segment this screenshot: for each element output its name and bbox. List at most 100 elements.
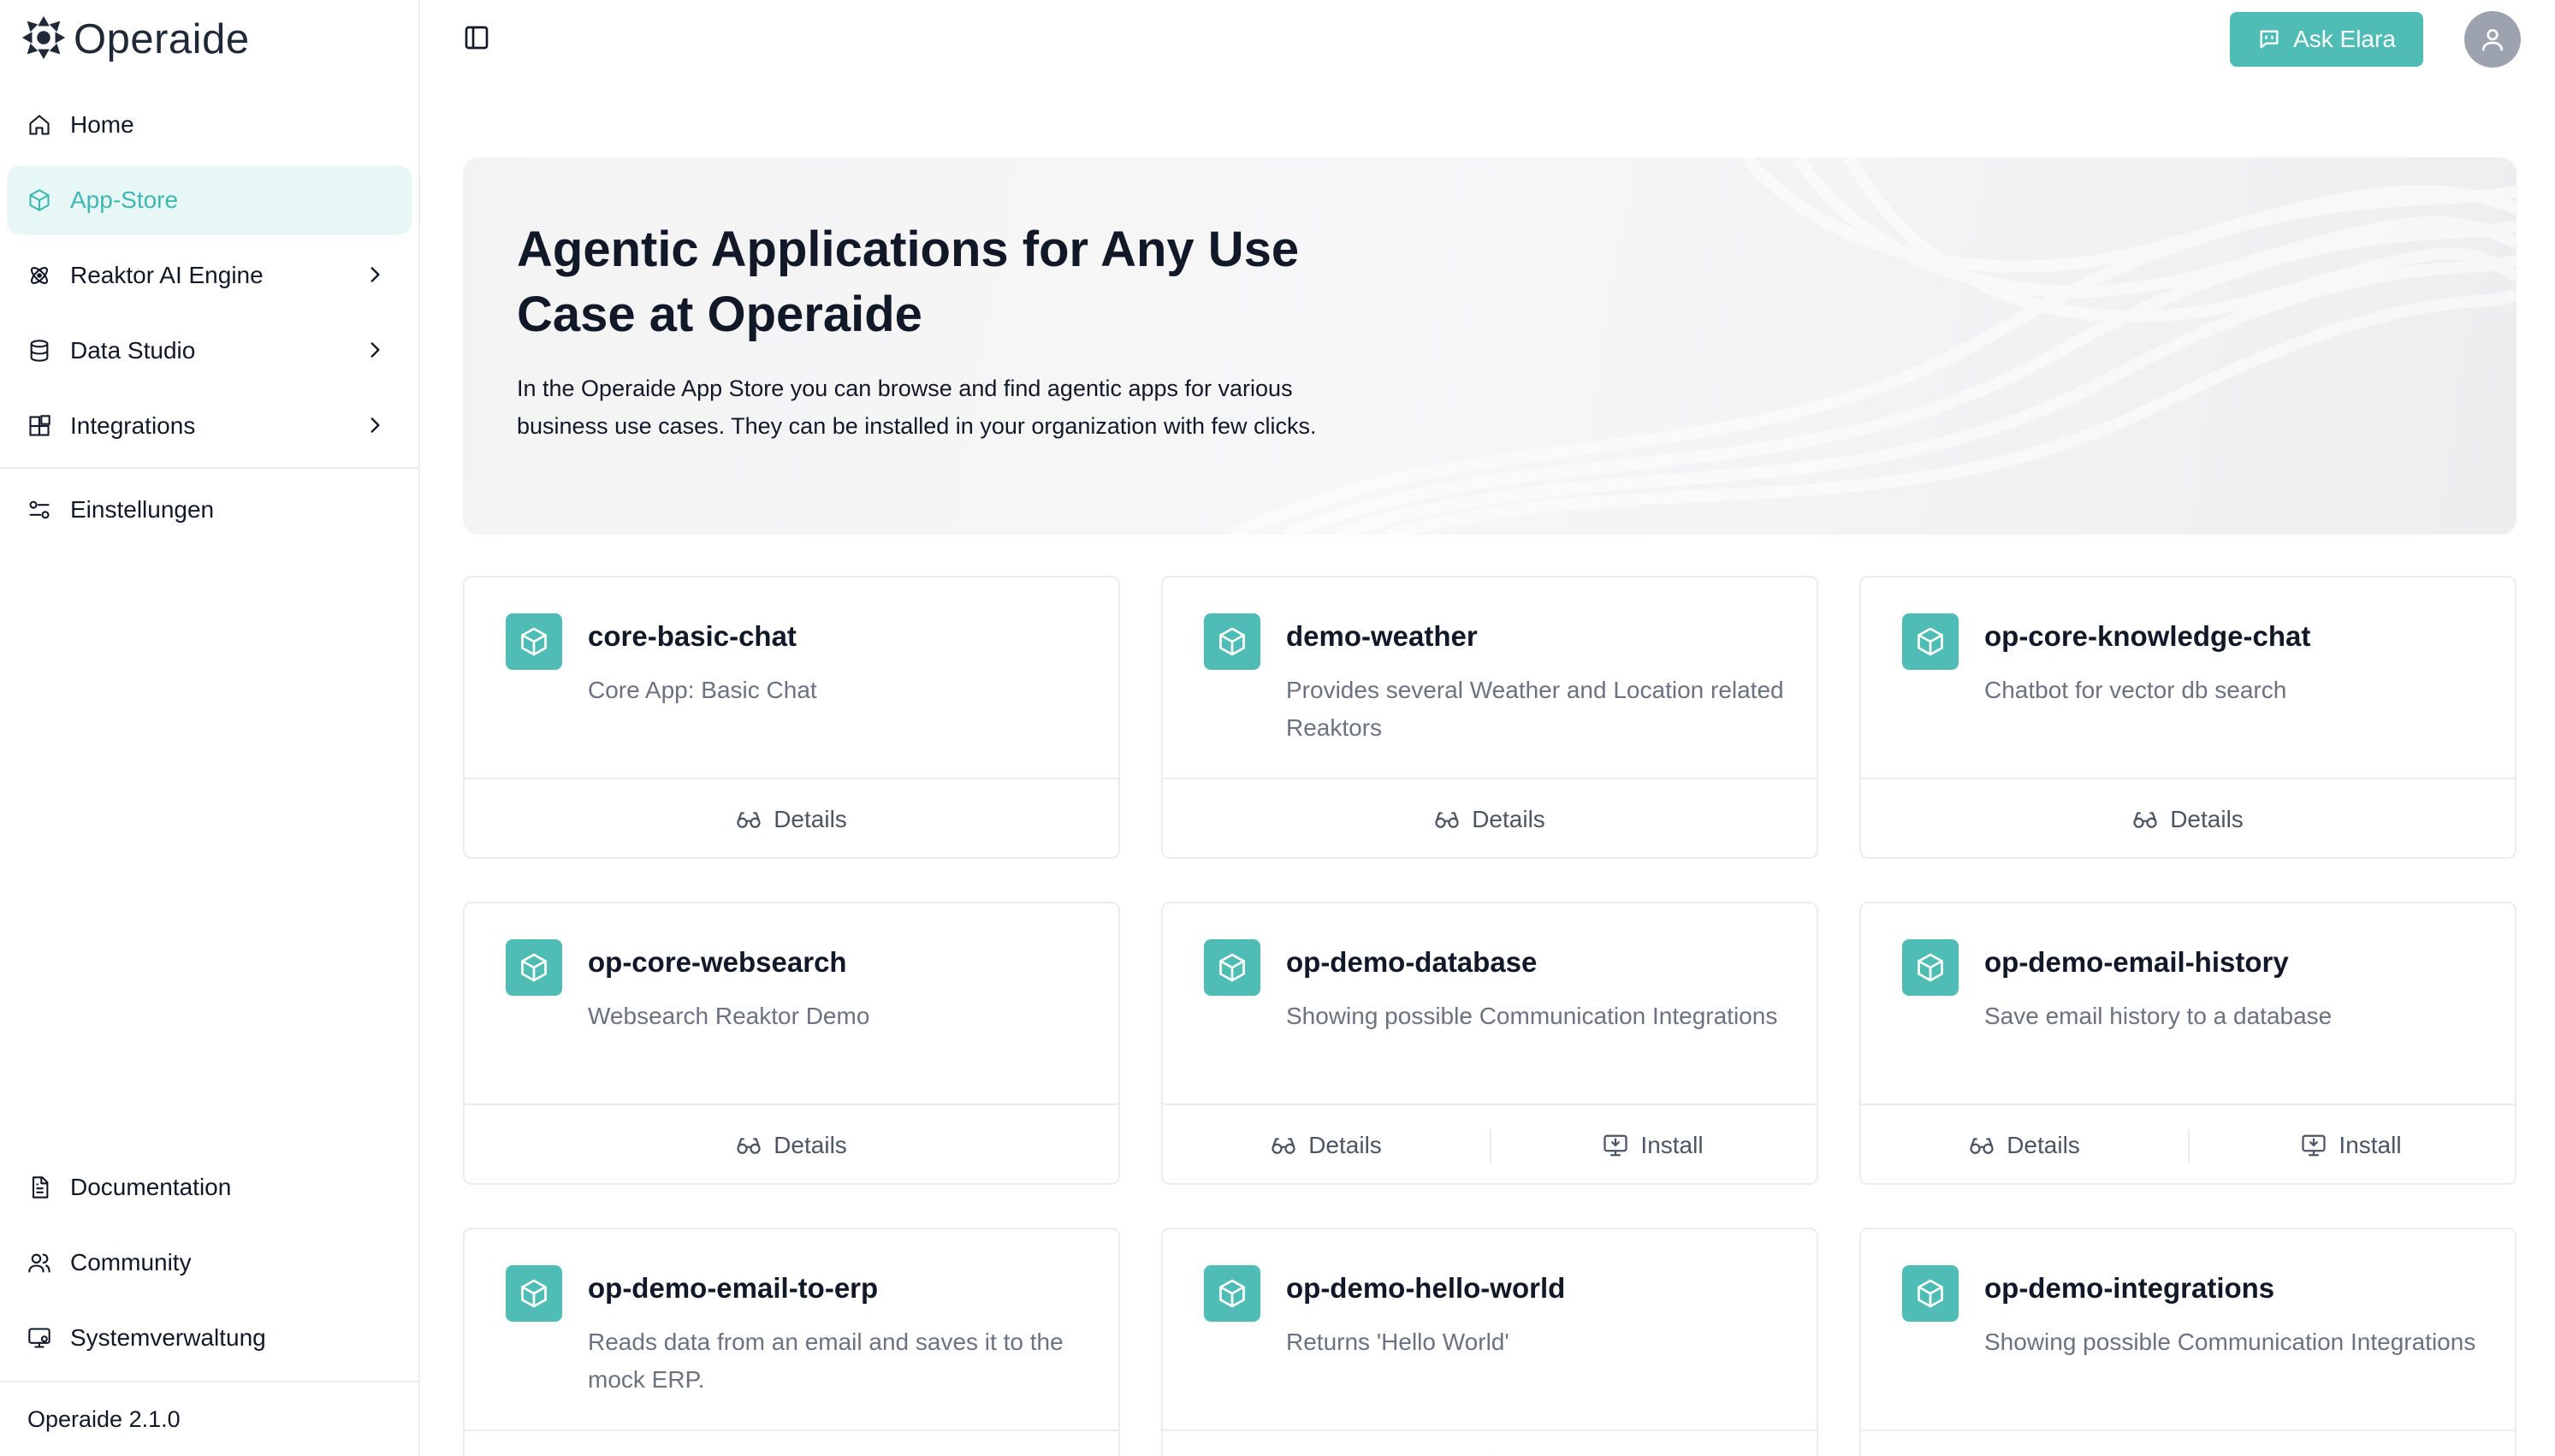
sidebar-item-einstellungen[interactable]: Einstellungen <box>7 476 412 544</box>
app-title: core-basic-chat <box>588 620 797 652</box>
app-card-actions: Details <box>465 1104 1118 1185</box>
atom-icon <box>27 263 51 287</box>
sidebar-item-reaktor-ai-engine[interactable]: Reaktor AI Engine <box>7 241 412 310</box>
sidebar-item-label: Einstellungen <box>70 496 215 523</box>
app-title: op-demo-hello-world <box>1286 1272 1566 1304</box>
glasses-icon <box>2133 811 2157 828</box>
database-icon <box>27 339 51 363</box>
details-label: Details <box>1308 1131 1382 1158</box>
glasses-icon <box>1272 1137 1295 1154</box>
chevron-right-icon <box>371 417 380 433</box>
app-card: op-demo-email-history Save email history… <box>1859 902 2516 1185</box>
box-icon <box>1219 627 1245 656</box>
app-title: op-core-knowledge-chat <box>1984 620 2311 652</box>
settings-sliders-icon <box>27 498 51 522</box>
chevron-right-icon <box>371 267 380 282</box>
details-button[interactable]: Details <box>465 1105 1118 1185</box>
app-icon <box>1204 939 1260 996</box>
box-icon <box>521 627 547 656</box>
sidebar: Operaide Home App-Store Reaktor AI Engin… <box>0 0 420 1456</box>
install-label: Install <box>2339 1131 2402 1158</box>
app-icon <box>1902 1265 1959 1322</box>
details-button[interactable]: Details <box>1163 779 1817 859</box>
app-card-actions: Details Install <box>1861 1104 2515 1185</box>
details-button[interactable]: Details <box>1861 779 2515 859</box>
install-icon <box>2302 1134 2327 1156</box>
app-card: op-demo-email-to-erp Reads data from an … <box>463 1228 1120 1456</box>
sidebar-item-community[interactable]: Community <box>7 1228 412 1297</box>
sidebar-item-documentation[interactable]: Documentation <box>7 1153 412 1222</box>
chevron-right-icon <box>371 342 380 358</box>
app-title: op-demo-integrations <box>1984 1272 2275 1304</box>
sidebar-toggle-icon[interactable] <box>463 24 490 51</box>
avatar[interactable] <box>2464 11 2521 68</box>
app-version: Operaide 2.1.0 <box>0 1381 418 1456</box>
sidebar-item-label: Data Studio <box>70 337 196 364</box>
sidebar-item-app-store[interactable]: App-Store <box>7 166 412 234</box>
install-icon <box>1604 1134 1628 1156</box>
install-button[interactable]: Install <box>1490 1431 1817 1456</box>
main-content: Ask Elara Agentic Applications for Any U… <box>420 0 2555 1456</box>
app-card-actions: Details <box>465 778 1118 859</box>
app-description: Showing possible Communication Integrati… <box>1984 1329 2476 1355</box>
app-title: op-core-websearch <box>588 946 847 978</box>
app-title: op-demo-email-history <box>1984 946 2289 978</box>
details-button[interactable]: Details <box>1861 1105 2188 1185</box>
glasses-icon <box>737 811 761 828</box>
box-icon <box>521 1279 547 1308</box>
topbar: Ask Elara <box>420 0 2555 79</box>
sidebar-item-label: Integrations <box>70 412 196 439</box>
box-icon <box>1918 953 1943 982</box>
details-button[interactable]: Details <box>1861 1431 2515 1456</box>
details-button[interactable]: Details <box>465 779 1118 859</box>
users-icon <box>27 1251 51 1275</box>
details-label: Details <box>2007 1131 2080 1158</box>
sidebar-item-label: Reaktor AI Engine <box>70 262 264 288</box>
details-label: Details <box>774 1131 847 1158</box>
box-icon <box>1219 1279 1245 1308</box>
box-icon <box>1918 1279 1943 1308</box>
sidebar-item-integrations[interactable]: Integrations <box>7 392 412 460</box>
sidebar-item-systemverwaltung[interactable]: Systemverwaltung <box>7 1304 412 1372</box>
document-icon <box>27 1175 51 1199</box>
user-icon <box>2482 29 2503 51</box>
sidebar-item-data-studio[interactable]: Data Studio <box>7 317 412 385</box>
app-card: demo-weather Provides several Weather an… <box>1161 576 1818 859</box>
app-card: op-core-knowledge-chat Chatbot for vecto… <box>1859 576 2516 859</box>
sidebar-item-label: Documentation <box>70 1174 232 1200</box>
app-card-actions: Details <box>1861 778 2515 859</box>
app-card-actions: Details Install <box>1163 1104 1817 1185</box>
sidebar-item-home[interactable]: Home <box>7 91 412 159</box>
app-card-actions: Details Install <box>1163 1429 1817 1456</box>
app-card: op-demo-database Showing possible Commun… <box>1161 902 1818 1185</box>
sidebar-item-label: Systemverwaltung <box>70 1324 266 1351</box>
box-icon <box>521 953 547 982</box>
app-icon <box>1902 613 1959 670</box>
app-card-actions: Details <box>1163 778 1817 859</box>
brand-logo[interactable]: Operaide <box>0 0 418 79</box>
details-label: Details <box>2170 805 2244 832</box>
main-nav: Home App-Store Reaktor AI Engine Data St… <box>0 79 418 551</box>
install-button[interactable]: Install <box>1490 1105 1817 1185</box>
app-card: op-core-websearch Websearch Reaktor Demo… <box>463 902 1120 1185</box>
app-icon <box>506 613 562 670</box>
sidebar-item-label: Community <box>70 1249 192 1275</box>
install-button[interactable]: Install <box>2188 1105 2515 1185</box>
details-button[interactable]: Details <box>1163 1105 1490 1185</box>
app-icon <box>1204 1265 1260 1322</box>
box-icon <box>1918 627 1943 656</box>
box-icon <box>27 188 51 212</box>
details-button[interactable]: Details <box>465 1431 1118 1456</box>
ask-elara-button[interactable]: Ask Elara <box>2230 12 2423 67</box>
glasses-icon <box>1435 811 1459 828</box>
details-label: Details <box>774 805 847 832</box>
app-card: core-basic-chat Core App: Basic Chat Det… <box>463 576 1120 859</box>
app-icon <box>506 939 562 996</box>
page-title: Agentic Applications for Any Use Case at… <box>517 222 1300 342</box>
app-icon <box>506 1265 562 1322</box>
sidebar-item-label: Home <box>70 111 134 138</box>
app-description: Provides several Weather and Location re… <box>1286 677 1784 741</box>
home-icon <box>27 113 51 137</box>
details-button[interactable]: Details <box>1163 1431 1490 1456</box>
app-description: Reads data from an email and saves it to… <box>588 1329 1064 1393</box>
